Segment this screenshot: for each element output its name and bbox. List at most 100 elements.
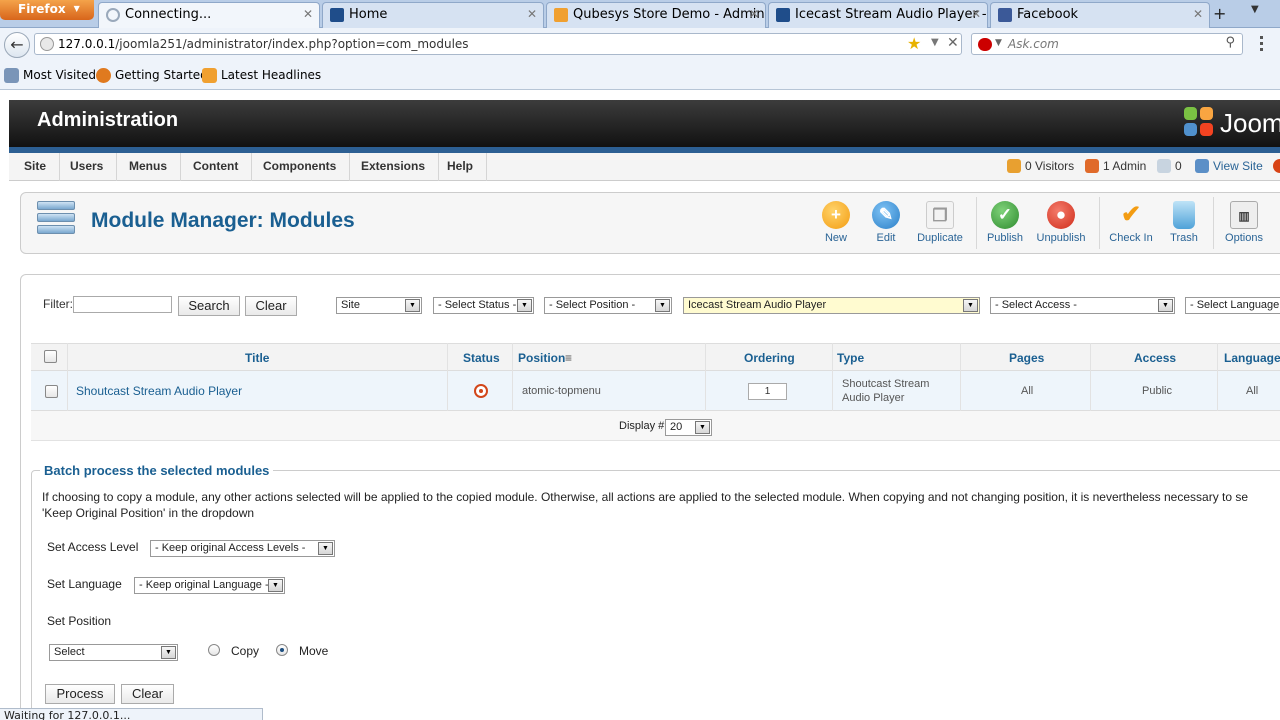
bookmark-latest-headlines[interactable]: Latest Headlines <box>202 68 321 83</box>
column-divider <box>705 343 706 411</box>
display-label: Display # <box>619 420 665 432</box>
firefox-menu-button[interactable]: Firefox ▼ <box>0 0 94 20</box>
column-type[interactable]: Type <box>837 351 864 365</box>
status-select[interactable]: - Select Status - ▼ <box>433 297 534 314</box>
view-site-link[interactable]: View Site <box>1195 159 1263 173</box>
tab-facebook[interactable]: Facebook ✕ <box>990 2 1210 28</box>
chevron-down-icon: ▼ <box>73 4 80 13</box>
url-bar[interactable]: 127.0.0.1/joomla251/administrator/index.… <box>34 33 962 55</box>
close-icon[interactable]: ✕ <box>527 7 537 21</box>
move-radio[interactable] <box>276 644 288 656</box>
menu-item-site[interactable]: Site <box>11 153 61 181</box>
close-icon[interactable]: ✕ <box>303 7 313 21</box>
batch-legend: Batch process the selected modules <box>40 463 274 478</box>
admin-title: Administration <box>37 109 179 131</box>
view-site-label: View Site <box>1213 159 1263 173</box>
column-ordering[interactable]: Ordering <box>744 351 795 365</box>
select-all-checkbox[interactable] <box>44 350 57 363</box>
chevron-down-icon: ▼ <box>963 299 978 312</box>
row-checkbox[interactable] <box>45 385 58 398</box>
module-type: Shoutcast Stream Audio Player <box>842 378 930 404</box>
batch-language-select[interactable]: - Keep original Language - ▼ <box>134 577 285 594</box>
trash-button[interactable]: Trash <box>1165 201 1203 249</box>
published-status-icon[interactable] <box>474 384 488 398</box>
stop-icon[interactable]: ✕ <box>947 35 959 51</box>
menu-item-help[interactable]: Help <box>434 153 488 181</box>
copy-radio[interactable] <box>208 644 220 656</box>
ordering-input[interactable]: 1 <box>748 383 787 400</box>
publish-button[interactable]: ✓ Publish <box>983 201 1027 249</box>
tab-icecast[interactable]: Icecast Stream Audio Player - Jo... ✕ <box>768 2 988 28</box>
batch-position-select[interactable]: Select ▼ <box>49 644 178 661</box>
language-label: Set Language <box>47 577 122 591</box>
menu-item-menus[interactable]: Menus <box>116 153 182 181</box>
new-button[interactable]: + New <box>814 201 858 249</box>
bookmark-most-visited[interactable]: Most Visited <box>4 68 96 83</box>
search-engine-icon[interactable] <box>978 38 992 51</box>
close-icon[interactable]: ✕ <box>1193 7 1203 21</box>
column-divider <box>1090 343 1091 411</box>
tab-title: Facebook <box>1017 7 1079 22</box>
back-arrow-icon[interactable]: ← <box>4 32 30 58</box>
new-tab-plus-icon[interactable]: + <box>1213 4 1226 23</box>
tab-list-chevron-icon[interactable]: ▼ <box>1251 4 1259 15</box>
module-pages: All <box>1021 385 1034 397</box>
messages-count: 0 <box>1175 159 1182 173</box>
access-select[interactable]: - Select Access - ▼ <box>990 297 1175 314</box>
menu-item-content[interactable]: Content <box>180 153 253 181</box>
batch-access-select[interactable]: - Keep original Access Levels - ▼ <box>150 540 335 557</box>
module-type-select[interactable]: Icecast Stream Audio Player ▼ <box>683 297 980 314</box>
move-label: Move <box>299 644 329 658</box>
tab-connecting[interactable]: Connecting... ✕ <box>98 2 320 28</box>
search-icon[interactable]: ⚲ <box>1225 35 1235 50</box>
bookmark-getting-started[interactable]: Getting Started <box>96 68 208 83</box>
column-language[interactable]: Language <box>1224 351 1280 365</box>
module-access: Public <box>1142 385 1172 397</box>
bookmark-star-icon[interactable]: ★ <box>907 34 921 53</box>
tab-title: Connecting... <box>125 7 212 22</box>
unpublish-button[interactable]: ● Unpublish <box>1035 201 1087 249</box>
close-icon[interactable]: ✕ <box>749 7 759 21</box>
url-history-chevron-icon[interactable]: ▼ <box>931 37 939 48</box>
batch-clear-button[interactable]: Clear <box>121 684 174 704</box>
display-count-select[interactable]: 20 ▼ <box>665 419 712 436</box>
column-title[interactable]: Title <box>245 351 269 365</box>
status-select-value: - Select Status - <box>438 299 517 311</box>
tab-qubesys[interactable]: Qubesys Store Demo - Administ... ✕ <box>546 2 766 28</box>
trash-icon <box>1173 201 1195 229</box>
close-icon[interactable]: ✕ <box>971 7 981 21</box>
unpublish-icon: ● <box>1047 201 1075 229</box>
options-button[interactable]: ▥ Options <box>1221 201 1267 249</box>
table-header: Title Status Position ≡ Ordering Type Pa… <box>31 343 1280 371</box>
column-access[interactable]: Access <box>1134 351 1176 365</box>
search-engine-chevron-icon[interactable]: ▼ <box>995 38 1002 48</box>
chevron-down-icon: ▼ <box>655 299 670 312</box>
page-title: Module Manager: Modules <box>91 209 355 232</box>
menu-item-extensions[interactable]: Extensions <box>348 153 440 181</box>
chevron-down-icon: ▼ <box>517 299 532 312</box>
logout-icon <box>1273 159 1280 173</box>
search-placeholder: Ask.com <box>1008 37 1059 51</box>
column-position[interactable]: Position <box>518 351 565 365</box>
process-button[interactable]: Process <box>45 684 115 704</box>
check-in-button[interactable]: ✔ Check In <box>1107 201 1155 249</box>
module-title-link[interactable]: Shoutcast Stream Audio Player <box>76 384 242 398</box>
menu-item-components[interactable]: Components <box>250 153 351 181</box>
client-select[interactable]: Site ▼ <box>336 297 422 314</box>
users-icon <box>1007 159 1021 173</box>
tab-home[interactable]: Home ✕ <box>322 2 544 28</box>
clear-filter-button[interactable]: Clear <box>245 296 297 316</box>
language-select[interactable]: - Select Language - <box>1185 297 1280 314</box>
column-status[interactable]: Status <box>463 351 500 365</box>
filter-search-input[interactable] <box>73 296 172 313</box>
messages-status[interactable]: 0 <box>1157 159 1182 173</box>
edit-button[interactable]: ✎ Edit <box>867 201 905 249</box>
column-pages[interactable]: Pages <box>1009 351 1044 365</box>
duplicate-button[interactable]: ❐ Duplicate <box>914 201 966 249</box>
plus-icon: + <box>822 201 850 229</box>
menu-item-users[interactable]: Users <box>57 153 118 181</box>
search-bar[interactable]: ▼ Ask.com ⚲ <box>971 33 1243 55</box>
search-button[interactable]: Search <box>178 296 240 316</box>
firefox-menu-label: Firefox <box>18 2 66 16</box>
position-select[interactable]: - Select Position - ▼ <box>544 297 672 314</box>
